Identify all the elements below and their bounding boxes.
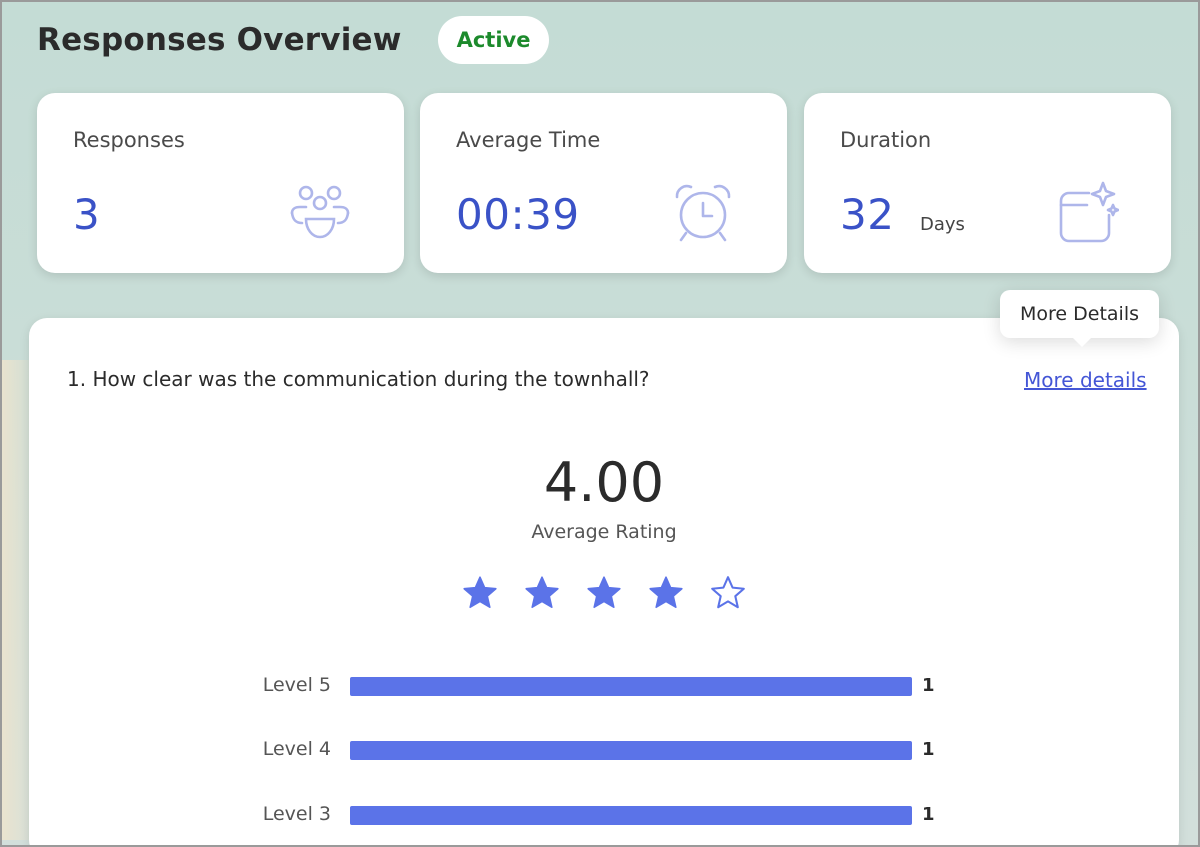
level-bar-fill bbox=[350, 741, 912, 760]
level-row: Level 4 1 bbox=[29, 738, 1179, 763]
star-filled-icon bbox=[649, 576, 683, 609]
star-filled-icon bbox=[463, 576, 497, 609]
level-count: 1 bbox=[922, 675, 935, 696]
level-bar-track bbox=[350, 741, 912, 760]
duration-unit: Days bbox=[920, 214, 965, 235]
level-row: Level 3 1 bbox=[29, 803, 1179, 828]
calendar-sparkle-icon bbox=[1059, 181, 1119, 243]
duration-value: 32 bbox=[840, 190, 895, 239]
star-empty-icon bbox=[711, 576, 745, 609]
question-text: 1. How clear was the communication durin… bbox=[67, 367, 650, 391]
level-label: Level 4 bbox=[262, 738, 331, 760]
question-card: 1. How clear was the communication durin… bbox=[29, 318, 1179, 847]
star-filled-icon bbox=[525, 576, 559, 609]
level-row: Level 5 1 bbox=[29, 674, 1179, 699]
alarm-clock-icon bbox=[675, 184, 731, 242]
more-details-tooltip: More Details bbox=[1000, 290, 1160, 347]
duration-label: Duration bbox=[840, 128, 932, 152]
more-details-link[interactable]: More details bbox=[1024, 368, 1147, 392]
average-time-label: Average Time bbox=[456, 128, 601, 152]
responses-value: 3 bbox=[73, 190, 101, 239]
level-count: 1 bbox=[922, 739, 935, 760]
responses-card: Responses 3 bbox=[37, 93, 404, 273]
level-bar-fill bbox=[350, 806, 912, 825]
level-count: 1 bbox=[922, 804, 935, 825]
level-bar-track bbox=[350, 806, 912, 825]
average-rating-label: Average Rating bbox=[531, 521, 677, 543]
average-time-card: Average Time 00:39 bbox=[420, 93, 787, 273]
header: Responses Overview Active bbox=[37, 12, 550, 68]
level-bar-fill bbox=[350, 677, 912, 696]
page-title: Responses Overview bbox=[37, 22, 402, 58]
level-label: Level 5 bbox=[262, 674, 331, 696]
level-bar-track bbox=[350, 677, 912, 696]
rating-stars bbox=[461, 574, 751, 614]
status-badge: Active bbox=[437, 16, 550, 64]
average-rating-value: 4.00 bbox=[543, 451, 665, 514]
people-group-icon bbox=[290, 185, 350, 239]
star-filled-icon bbox=[587, 576, 621, 609]
level-label: Level 3 bbox=[262, 803, 331, 825]
average-time-value: 00:39 bbox=[456, 190, 580, 239]
duration-card: Duration 32 Days bbox=[804, 93, 1171, 273]
responses-label: Responses bbox=[73, 128, 185, 152]
